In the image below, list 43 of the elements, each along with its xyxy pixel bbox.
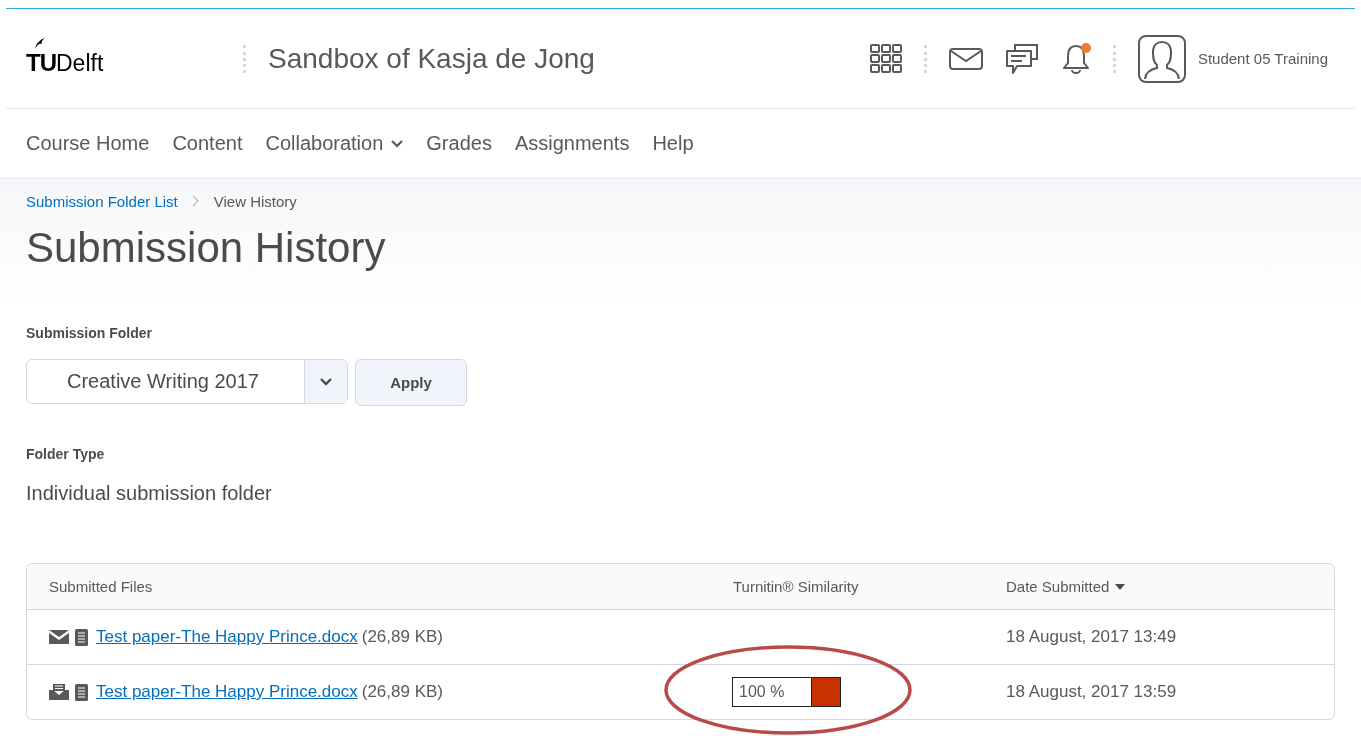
date-submitted: 18 August, 2017 13:49 <box>1006 627 1177 647</box>
chat-icon[interactable] <box>1004 41 1039 76</box>
document-icon <box>75 683 88 701</box>
column-header: Turnitin® Similarity <box>733 578 859 595</box>
bell-icon[interactable] <box>1060 42 1091 75</box>
similarity-swatch[interactable] <box>811 678 840 706</box>
avatar-icon[interactable] <box>1137 34 1186 83</box>
breadcrumb-current: View History <box>213 192 297 210</box>
nav-link[interactable]: Grades <box>426 132 492 155</box>
nav-link[interactable]: Course Home <box>26 132 150 155</box>
column-header[interactable]: Date Submitted <box>1006 578 1110 595</box>
nav-link[interactable]: Help <box>652 132 694 155</box>
file-size: (26,89 KB) <box>361 682 443 702</box>
breadcrumb-link[interactable]: Submission Folder List <box>26 192 178 210</box>
document-icon <box>75 628 88 646</box>
nav-link[interactable]: Content <box>172 132 243 155</box>
logo-text: Delft <box>56 49 104 77</box>
grid-icon[interactable] <box>869 43 902 74</box>
chevron-icon <box>320 377 332 386</box>
flame-icon <box>33 35 47 50</box>
date-submitted: 18 August, 2017 13:59 <box>1006 682 1177 702</box>
envelope-icon <box>49 630 69 644</box>
file-size: (26,89 KB) <box>361 627 443 647</box>
field-label: Submission Folder <box>26 325 153 341</box>
field-label: Folder Type <box>26 446 106 462</box>
folder-select[interactable]: Creative Writing 2017 <box>26 359 348 404</box>
user-name[interactable]: Student 05 Training <box>1197 50 1328 67</box>
file-link[interactable]: Test paper-The Happy Prince.docx <box>96 682 358 702</box>
course-title[interactable]: Sandbox of Kasja de Jong <box>268 42 595 75</box>
sort-caret-icon[interactable] <box>1115 583 1126 590</box>
chevron-icon <box>391 139 404 148</box>
page-title: Submission History <box>26 223 387 273</box>
mail-icon[interactable] <box>948 47 983 70</box>
folder-type-value: Individual submission folder <box>26 482 273 505</box>
logo-text: TU <box>26 48 56 77</box>
tray-icon <box>49 684 69 700</box>
nav-link[interactable]: Assignments <box>514 132 630 155</box>
logo[interactable]: TUDelft <box>26 40 221 77</box>
file-link[interactable]: Test paper-The Happy Prince.docx <box>96 627 358 647</box>
chevron-icon <box>191 195 200 207</box>
nav-link[interactable]: Collaboration <box>265 132 404 155</box>
apply-button[interactable]: Apply <box>355 359 467 406</box>
column-header: Submitted Files <box>49 578 153 595</box>
